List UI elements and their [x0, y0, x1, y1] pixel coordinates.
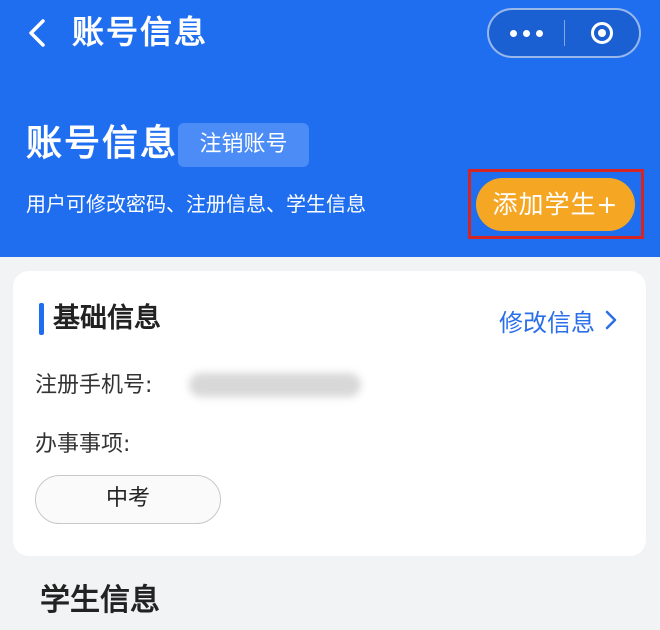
more-dot	[522, 29, 530, 37]
section-accent-bar	[39, 303, 44, 335]
page-title: 账号信息	[26, 123, 179, 164]
student-info-title: 学生信息	[40, 583, 160, 618]
miniapp-capsule	[487, 8, 641, 58]
edit-info-link[interactable]: 修改信息	[499, 303, 617, 337]
basic-info-title: 基础信息	[53, 303, 161, 334]
close-miniapp-button[interactable]	[565, 10, 640, 56]
more-dot	[535, 29, 543, 37]
back-button[interactable]	[22, 16, 52, 50]
header-banner: 账号信息 账号信息 注销账号 用户可修改密码、注册信息、学生信息 添加学生+	[0, 0, 660, 257]
chevron-right-icon	[605, 310, 617, 330]
chevron-left-icon	[29, 19, 45, 47]
target-circle-icon	[590, 22, 613, 44]
page-subtitle: 用户可修改密码、注册信息、学生信息	[26, 192, 366, 216]
target-circle-center	[597, 29, 606, 37]
matter-tag[interactable]: 中考	[35, 475, 221, 524]
phone-label: 注册手机号:	[35, 373, 153, 398]
cancel-account-button[interactable]: 注销账号	[178, 123, 309, 167]
phone-value-redacted	[189, 373, 361, 397]
more-dots-icon	[509, 29, 517, 37]
nav-title: 账号信息	[72, 13, 209, 51]
highlight-annotation-box	[468, 169, 644, 239]
matters-label: 办事事项:	[35, 432, 131, 457]
basic-info-card: 基础信息 修改信息 注册手机号: 办事事项: 中考	[13, 271, 646, 556]
more-button[interactable]	[489, 10, 564, 56]
edit-info-label: 修改信息	[499, 308, 595, 337]
